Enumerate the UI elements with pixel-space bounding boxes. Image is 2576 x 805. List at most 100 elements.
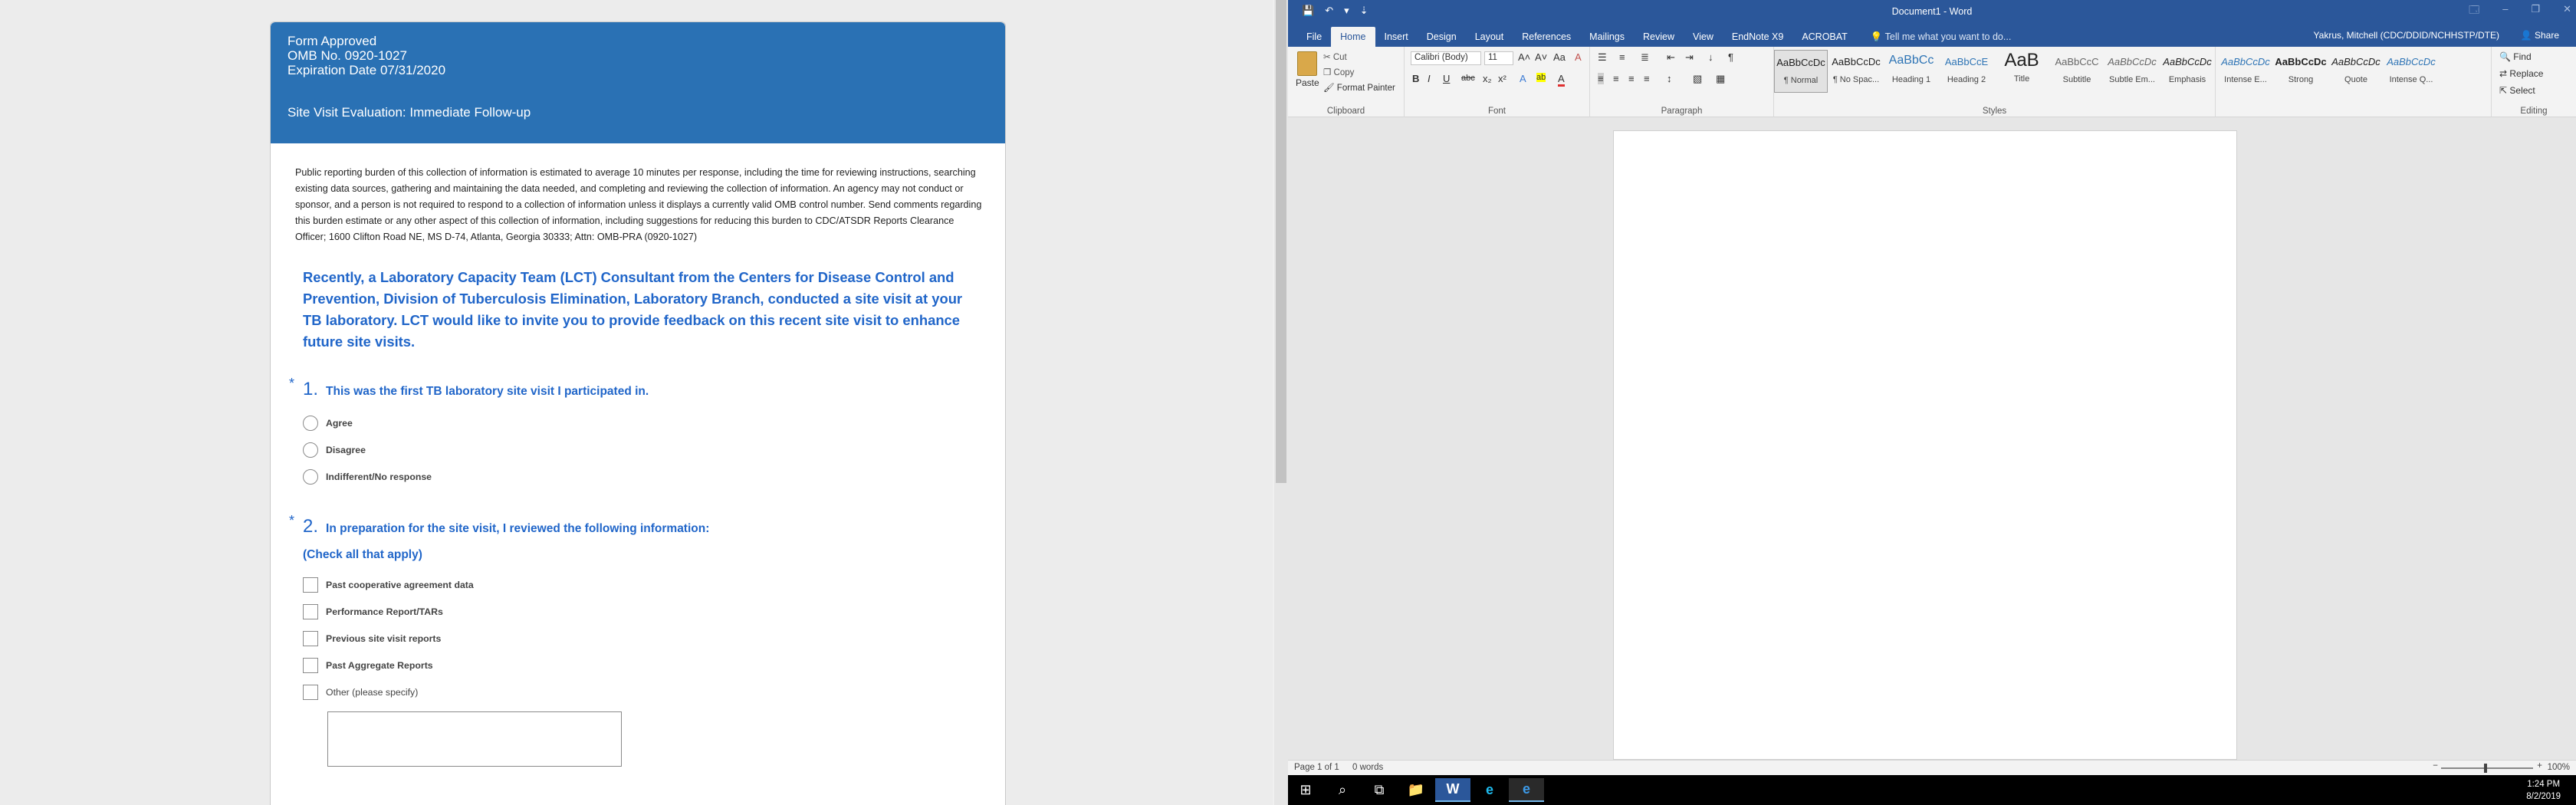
taskbar-clock[interactable]: 1:24 PM 8/2/2019 — [2526, 778, 2561, 803]
file-explorer-icon[interactable]: 📁 — [1398, 778, 1434, 802]
edge-icon[interactable]: e — [1509, 778, 1544, 802]
increase-indent-button[interactable]: ⇥ — [1685, 51, 1694, 64]
tab-layout[interactable]: Layout — [1466, 27, 1513, 47]
style-title[interactable]: AaB Title — [1995, 50, 2049, 93]
grow-font-button[interactable]: A˄ — [1518, 51, 1530, 63]
checkbox[interactable] — [303, 684, 318, 700]
sort-button[interactable]: ↓ — [1708, 51, 1714, 63]
underline-button[interactable]: U — [1443, 73, 1450, 84]
tab-view[interactable]: View — [1684, 27, 1723, 47]
align-left-button[interactable]: ≡ — [1598, 73, 1604, 84]
user-name[interactable]: Yakrus, Mitchell (CDC/DDID/NCHHSTP/DTE) — [2314, 30, 2499, 41]
center-button[interactable]: ≡ — [1613, 73, 1619, 84]
copy-button[interactable]: ❐ Copy — [1323, 67, 1354, 77]
style-intense-quote[interactable]: AaBbCcDc Intense Q... — [2384, 50, 2438, 93]
decrease-indent-button[interactable]: ⇤ — [1667, 51, 1675, 64]
close-icon[interactable]: ✕ — [2563, 3, 2571, 20]
font-color-button[interactable]: A — [1558, 73, 1565, 87]
zoom-in-button[interactable]: + — [2537, 761, 2542, 770]
checkbox[interactable] — [303, 603, 318, 619]
style-subtle-emphasis[interactable]: AaBbCcDc Subtle Em... — [2105, 50, 2159, 93]
zoom-slider-knob[interactable] — [2484, 764, 2487, 773]
radio-button[interactable] — [303, 442, 318, 458]
bold-button[interactable]: B — [1412, 73, 1419, 84]
word-taskbar-icon[interactable]: W — [1435, 778, 1470, 802]
zoom-level[interactable]: 100% — [2548, 763, 2570, 772]
highlight-button[interactable]: ab — [1536, 73, 1546, 82]
minimize-icon[interactable]: – — [2502, 3, 2508, 20]
task-view-icon[interactable]: ⧉ — [1362, 778, 1397, 802]
scrollbar-thumb[interactable] — [1276, 0, 1286, 483]
style-strong[interactable]: AaBbCcDc Strong — [2274, 50, 2328, 93]
internet-explorer-icon[interactable]: e — [1472, 778, 1507, 802]
tab-mailings[interactable]: Mailings — [1580, 27, 1634, 47]
text-effects-button[interactable]: A — [1520, 73, 1526, 84]
style-heading-1[interactable]: AaBbCc Heading 1 — [1884, 50, 1938, 93]
tab-endnote[interactable]: EndNote X9 — [1723, 27, 1792, 47]
tab-design[interactable]: Design — [1418, 27, 1466, 47]
italic-button[interactable]: I — [1428, 73, 1431, 84]
zoom-out-button[interactable]: − — [2433, 761, 2438, 770]
shading-button[interactable]: ▧ — [1693, 73, 1702, 85]
tab-home[interactable]: Home — [1331, 27, 1375, 47]
tab-references[interactable]: References — [1513, 27, 1580, 47]
option-cooperative-agreement[interactable]: Past cooperative agreement data — [303, 571, 1005, 598]
style-quote[interactable]: AaBbCcDc Quote — [2329, 50, 2383, 93]
style-heading-2[interactable]: AaBbCcE Heading 2 — [1940, 50, 1993, 93]
option-aggregate-reports[interactable]: Past Aggregate Reports — [303, 652, 1005, 678]
cut-button[interactable]: ✂ Cut — [1323, 51, 1347, 62]
tab-review[interactable]: Review — [1634, 27, 1684, 47]
align-right-button[interactable]: ≡ — [1628, 73, 1635, 84]
superscript-button[interactable]: x² — [1498, 73, 1506, 84]
share-button[interactable]: 👤 Share — [2521, 30, 2559, 41]
word-count[interactable]: 0 words — [1352, 763, 1383, 772]
checkbox[interactable] — [303, 657, 318, 673]
format-painter-button[interactable]: 🖌 Format Painter — [1323, 82, 1395, 93]
style-normal[interactable]: AaBbCcDc ¶ Normal — [1774, 50, 1828, 93]
checkbox[interactable] — [303, 630, 318, 646]
paste-icon[interactable] — [1297, 51, 1317, 76]
style-intense-emphasis[interactable]: AaBbCcDc Intense E... — [2219, 50, 2272, 93]
ribbon-display-icon[interactable]: 🗔 — [2469, 3, 2479, 20]
option-agree[interactable]: Agree — [303, 409, 1005, 436]
tab-file[interactable]: File — [1297, 27, 1331, 47]
option-indifferent[interactable]: Indifferent/No response — [303, 463, 1005, 490]
option-other[interactable]: Other (please specify) — [303, 678, 1005, 705]
clear-formatting-button[interactable]: A — [1575, 51, 1582, 63]
search-icon[interactable]: ⌕ — [1325, 778, 1360, 802]
replace-button[interactable]: ⇄ Replace — [2499, 68, 2543, 79]
start-icon[interactable]: ⊞ — [1288, 778, 1323, 802]
style-no-spacing[interactable]: AaBbCcDc ¶ No Spac... — [1829, 50, 1883, 93]
change-case-button[interactable]: Aa — [1553, 51, 1566, 63]
style-subtitle[interactable]: AaBbCcC Subtitle — [2050, 50, 2104, 93]
zoom-slider[interactable] — [2441, 764, 2533, 773]
style-emphasis[interactable]: AaBbCcDc Emphasis — [2160, 50, 2214, 93]
radio-button[interactable] — [303, 468, 318, 485]
find-button[interactable]: 🔍 Find — [2499, 51, 2532, 62]
borders-button[interactable]: ▦ — [1716, 73, 1725, 85]
justify-button[interactable]: ≡ — [1644, 73, 1650, 84]
tab-insert[interactable]: Insert — [1375, 27, 1418, 47]
numbering-button[interactable]: ≡ — [1619, 51, 1625, 63]
tell-me-search[interactable]: 💡 Tell me what you want to do... — [1857, 27, 2011, 47]
select-button[interactable]: ⇱ Select — [2499, 85, 2535, 96]
option-disagree[interactable]: Disagree — [303, 436, 1005, 463]
paste-button[interactable]: Paste — [1296, 77, 1319, 88]
multilevel-list-button[interactable]: ≣ — [1641, 51, 1649, 64]
option-previous-reports[interactable]: Previous site visit reports — [303, 625, 1005, 652]
strikethrough-button[interactable]: abc — [1461, 74, 1475, 83]
other-specify-textbox[interactable] — [327, 711, 622, 767]
shrink-font-button[interactable]: A˅ — [1535, 51, 1547, 63]
font-size-box[interactable]: 11 — [1484, 51, 1513, 65]
show-marks-button[interactable]: ¶ — [1728, 51, 1733, 63]
survey-scrollbar[interactable] — [1274, 0, 1288, 805]
radio-button[interactable] — [303, 415, 318, 431]
document-page[interactable] — [1613, 130, 2237, 760]
line-spacing-button[interactable]: ↕ — [1667, 73, 1672, 84]
page-count[interactable]: Page 1 of 1 — [1294, 763, 1339, 772]
option-performance-report[interactable]: Performance Report/TARs — [303, 598, 1005, 625]
bullets-button[interactable]: ☰ — [1598, 51, 1607, 64]
checkbox[interactable] — [303, 577, 318, 593]
subscript-button[interactable]: x₂ — [1483, 73, 1492, 84]
restore-icon[interactable]: ❐ — [2531, 3, 2540, 20]
